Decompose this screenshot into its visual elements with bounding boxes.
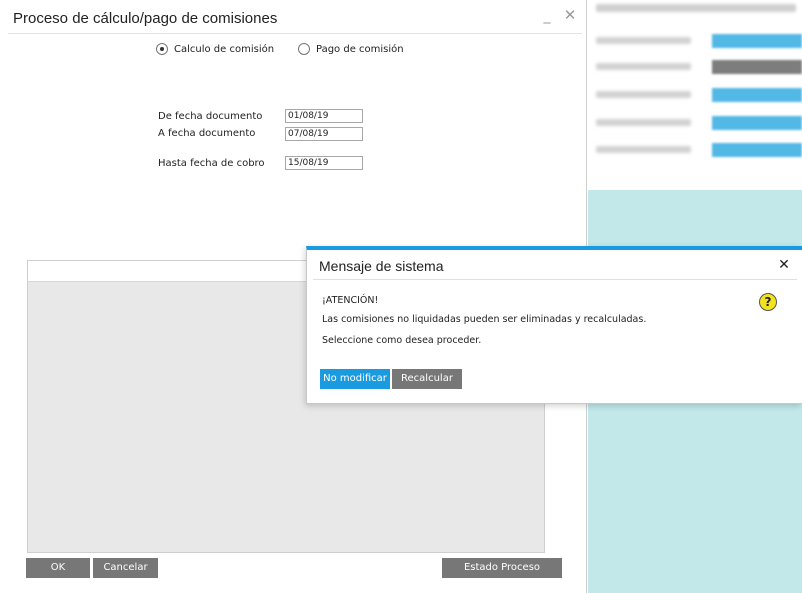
radio-calculo-label: Calculo de comisión [174,43,275,55]
a-fecha-input[interactable] [285,127,363,141]
window-title: Proceso de cálculo/pago de comisiones [13,10,278,27]
dialog-attention-text: ¡ATENCIÓN! [322,295,379,306]
background-header [596,4,796,12]
background-row [596,88,802,102]
no-modificar-button[interactable]: No modificar [320,369,390,389]
background-row [596,34,802,48]
a-fecha-label: A fecha documento [158,128,256,139]
de-fecha-input[interactable] [285,109,363,123]
estado-proceso-button[interactable]: Estado Proceso [442,558,562,578]
title-divider [8,33,582,34]
dialog-close-icon[interactable]: ✕ [777,257,791,273]
dialog-title: Mensaje de sistema [319,258,444,274]
de-fecha-label: De fecha documento [158,111,263,122]
background-row [596,116,802,130]
dialog-prompt-text: Seleccione como desea proceder. [322,335,482,346]
minimize-icon[interactable]: _ [541,9,553,23]
background-row [596,143,802,157]
hasta-fecha-input[interactable] [285,156,363,170]
cancel-button[interactable]: Cancelar [93,558,158,578]
background-row [596,60,802,74]
radio-pago-label: Pago de comisión [316,43,404,55]
radio-pago-comision[interactable]: Pago de comisión [298,43,404,55]
radio-selected-icon[interactable] [156,43,168,55]
dialog-message-text: Las comisiones no liquidadas pueden ser … [322,314,647,325]
question-icon: ? [759,293,777,311]
radio-unselected-icon[interactable] [298,43,310,55]
ok-button[interactable]: OK [26,558,90,578]
radio-calculo-comision[interactable]: Calculo de comisión [156,43,274,55]
system-message-dialog: Mensaje de sistema ✕ ¡ATENCIÓN! Las comi… [306,246,802,404]
close-icon[interactable]: ✕ [563,8,577,23]
hasta-fecha-label: Hasta fecha de cobro [158,158,265,169]
dialog-divider [313,279,797,280]
recalcular-button[interactable]: Recalcular [392,369,462,389]
